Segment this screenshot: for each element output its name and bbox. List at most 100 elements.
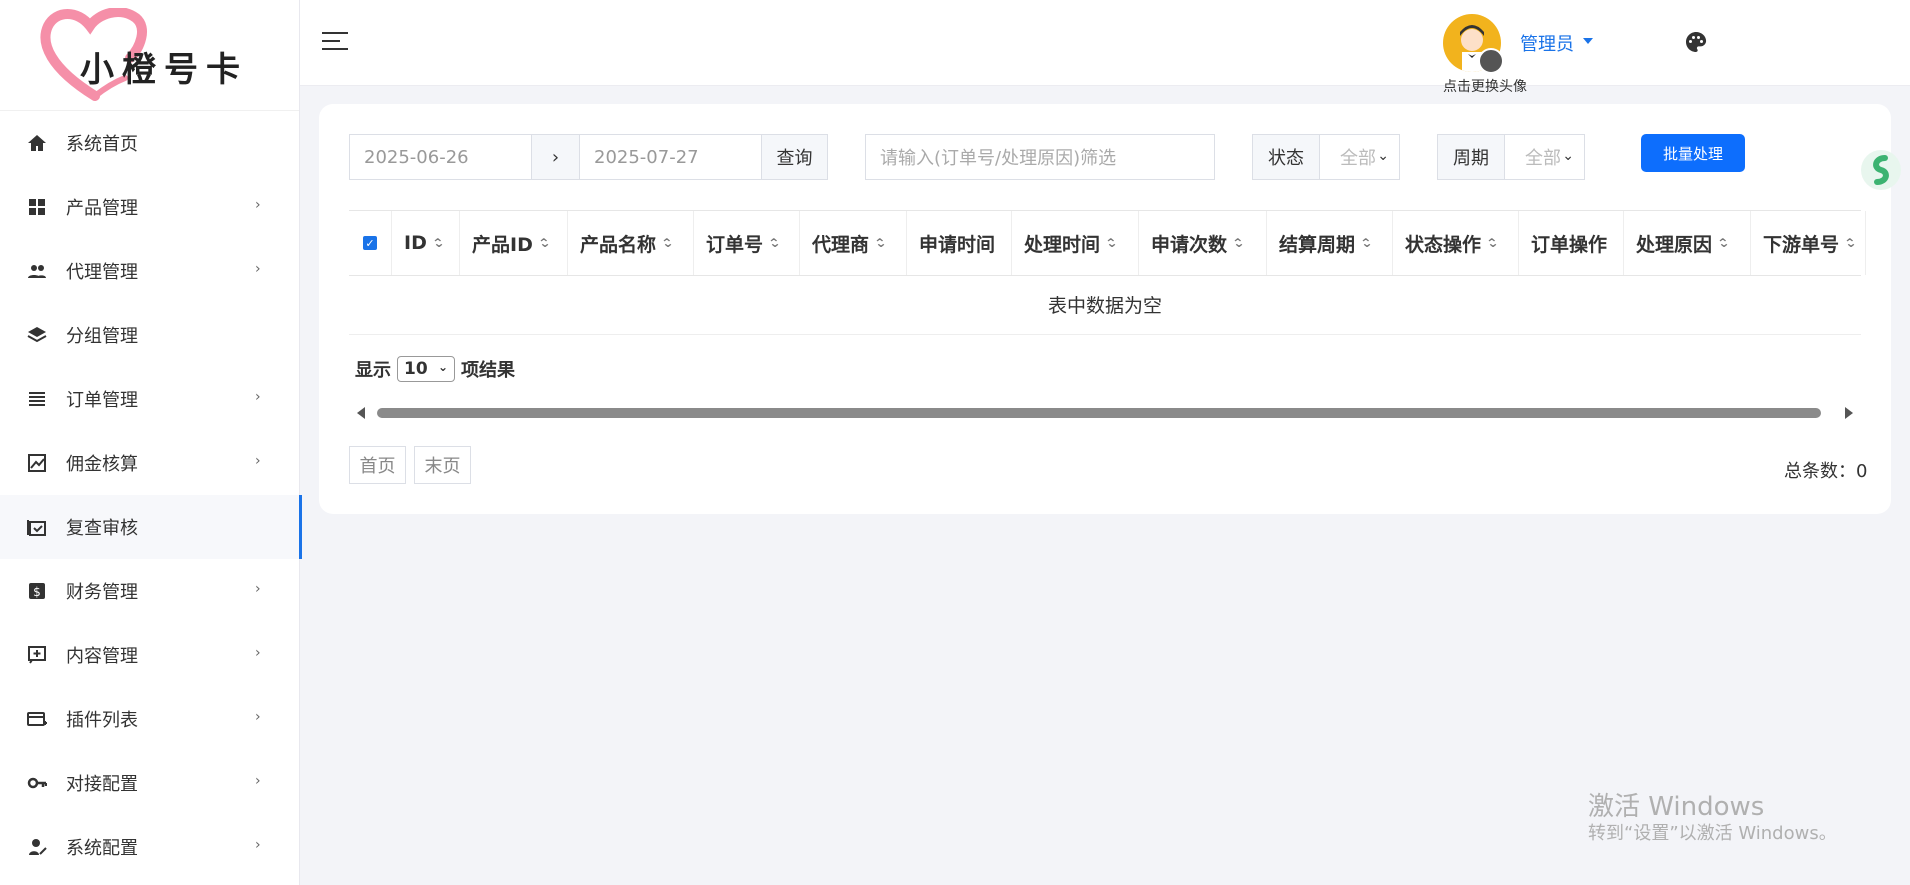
column-header-label: 结算周期 [1279,233,1356,256]
top-header [300,0,1910,86]
column-header-label: 处理时间 [1024,233,1101,256]
sidebar-item-0[interactable]: 系统首页 [0,111,299,175]
sort-icon[interactable]: ⌃⌄ [1486,237,1500,249]
sidebar-item-8[interactable]: 内容管理 › [0,623,299,687]
last-page-button[interactable]: 末页 [414,446,471,484]
sidebar-item-10[interactable]: 对接配置 › [0,751,299,815]
sort-icon[interactable]: ⌃⌄ [538,237,552,249]
caret-down-icon[interactable] [1583,38,1593,44]
sidebar-item-label: 订单管理 [66,390,138,411]
scroll-right-icon[interactable] [1845,407,1853,419]
column-header-label: 申请时间 [919,233,996,256]
sidebar-item-4[interactable]: 订单管理 › [0,367,299,431]
sort-icon[interactable]: ⌃⌄ [661,237,675,249]
status-label: 状态 [1252,134,1320,180]
column-header-label: 下游单号 [1763,233,1840,256]
column-header[interactable]: 订单操作 [1519,211,1624,275]
palette-icon[interactable] [1684,30,1708,54]
sidebar-item-5[interactable]: 佣金核算 › [0,431,299,495]
avatar-hint[interactable]: 点击更换头像 [1443,76,1543,96]
column-header[interactable]: ID ⌃⌄ [392,211,460,275]
chevron-right-icon: › [255,773,261,789]
sidebar-item-3[interactable]: 分组管理 [0,303,299,367]
period-label: 周期 [1437,134,1505,180]
search-input[interactable]: 请输入(订单号/处理原因)筛选 [865,134,1215,180]
first-page-button[interactable]: 首页 [349,446,406,484]
column-header[interactable]: 订单号 ⌃⌄ [694,211,800,275]
scroll-left-icon[interactable] [357,407,365,419]
column-header[interactable]: 状态操作 ⌃⌄ [1393,211,1519,275]
grid-icon [29,199,45,215]
table-header: ✓ ID ⌃⌄ 产品ID ⌃⌄ 产品名称 ⌃⌄ 订单号 ⌃⌄ 代理商 ⌃⌄ 申请时间 处理时间 ⌃⌄ 申请… [349,210,1866,276]
query-button[interactable]: 查询 [761,134,828,180]
sidebar-item-label: 复查审核 [66,518,138,539]
people-icon [28,265,46,278]
scrollbar-thumb[interactable] [377,408,1821,418]
column-header[interactable]: 产品ID ⌃⌄ [460,211,568,275]
end-date-input[interactable]: 2025-07-27 [579,134,762,180]
sort-icon[interactable]: ⌃⌄ [432,237,446,249]
sidebar-item-label: 系统配置 [66,838,138,859]
column-header[interactable]: 申请次数 ⌃⌄ [1139,211,1267,275]
sort-icon[interactable]: ⌃⌄ [1844,237,1858,249]
status-select[interactable]: 全部 ⌄ [1319,134,1400,180]
column-header[interactable]: 结算周期 ⌃⌄ [1267,211,1393,275]
chart-icon [28,454,46,472]
column-header[interactable]: 处理原因 ⌃⌄ [1624,211,1751,275]
column-header-label: 订单号 [706,233,764,256]
column-header[interactable]: 处理时间 ⌃⌄ [1012,211,1139,275]
sidebar: 小橙号卡 系统首页 产品管理 › 代理管理 › 分组管理 订单管理 › 佣金核算 › 复查审核 $ 财务… [0,0,302,885]
column-header[interactable]: 申请时间 [907,211,1012,275]
sidebar-item-label: 内容管理 [66,646,138,667]
sort-icon[interactable]: ⌃⌄ [1717,237,1731,249]
chevron-right-icon: › [255,837,261,853]
sidebar-item-label: 插件列表 [66,710,138,731]
dollar-icon: $ [29,583,45,599]
user-menu[interactable]: 管理员 [1520,30,1574,56]
card-icon [27,712,47,726]
date-range-separator: › [531,134,580,180]
sidebar-item-label: 分组管理 [66,326,138,347]
column-header-label: 产品ID [472,233,533,256]
column-header[interactable]: 产品名称 ⌃⌄ [568,211,694,275]
sidebar-item-7[interactable]: $ 财务管理 › [0,559,299,623]
column-header-label: ID [404,232,427,254]
chevron-right-icon: › [255,197,261,213]
horizontal-scrollbar[interactable] [349,404,1861,420]
check-icon: ✓ [363,236,377,250]
floating-assistant-icon[interactable] [1861,150,1901,190]
menu-toggle-icon[interactable] [322,32,348,52]
sidebar-item-2[interactable]: 代理管理 › [0,239,299,303]
chevron-right-icon: › [255,389,261,405]
logo-text: 小橙号卡 [80,50,248,90]
select-all-checkbox[interactable]: ✓ [349,211,392,275]
sidebar-item-label: 佣金核算 [66,454,138,475]
sidebar-item-label: 代理管理 [66,262,138,283]
batch-process-button[interactable]: 批量处理 [1641,134,1745,172]
start-date-input[interactable]: 2025-06-26 [349,134,532,180]
sort-icon[interactable]: ⌃⌄ [1232,237,1246,249]
home-icon [28,135,46,151]
sidebar-item-9[interactable]: 插件列表 › [0,687,299,751]
sort-icon[interactable]: ⌃⌄ [1105,237,1119,249]
column-header-label: 订单操作 [1531,233,1608,256]
brand-logo[interactable]: 小橙号卡 [0,0,299,111]
period-select[interactable]: 全部 ⌄ [1504,134,1585,180]
camera-icon[interactable] [1478,48,1504,74]
sidebar-item-11[interactable]: 系统配置 › [0,815,299,879]
sort-icon[interactable]: ⌃⌄ [1360,237,1374,249]
chevron-right-icon: › [255,645,261,661]
page-length-select[interactable]: 10 ⌄ [397,356,455,382]
column-header-label: 代理商 [812,233,870,256]
chevron-right-icon: › [255,581,261,597]
sort-icon[interactable]: ⌃⌄ [768,237,782,249]
column-header-label: 处理原因 [1636,233,1713,256]
column-header[interactable]: 下游单号 ⌃⌄ [1751,211,1866,275]
column-header[interactable]: 代理商 ⌃⌄ [800,211,907,275]
sidebar-item-label: 系统首页 [66,134,138,155]
sidebar-item-6[interactable]: 复查审核 [0,495,302,559]
sort-icon[interactable]: ⌃⌄ [874,237,888,249]
chevron-down-icon: ⌄ [1562,148,1574,164]
page-length-control: 显示 10 ⌄ 项结果 [355,356,515,382]
sidebar-item-1[interactable]: 产品管理 › [0,175,299,239]
